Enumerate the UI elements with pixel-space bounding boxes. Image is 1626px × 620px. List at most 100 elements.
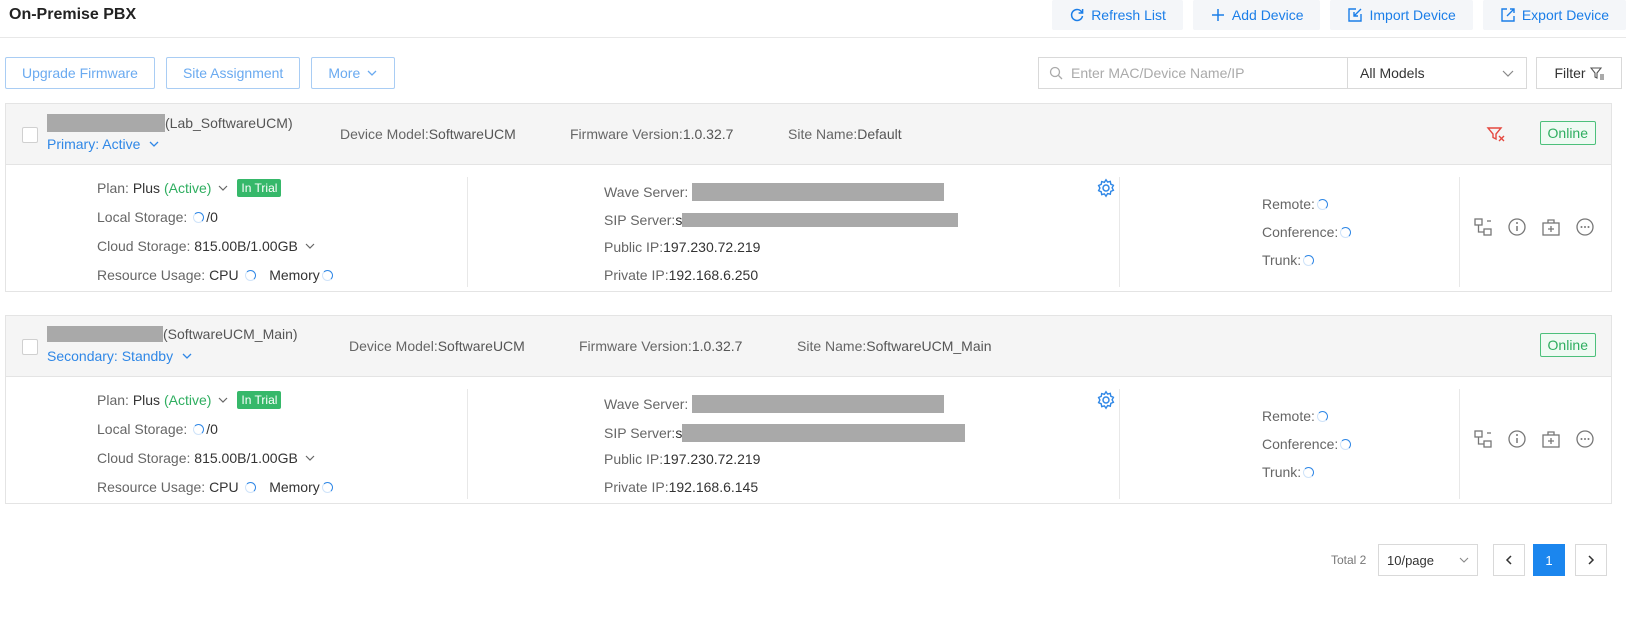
cpu-label: CPU	[209, 267, 239, 283]
refresh-list-button[interactable]: Refresh List	[1052, 0, 1183, 30]
site-name-value: SoftwareUCM_Main	[866, 338, 992, 354]
upgrade-firmware-button[interactable]: Upgrade Firmware	[5, 57, 155, 89]
plan-state: (Active)	[163, 180, 212, 196]
device-checkbox[interactable]	[22, 339, 38, 355]
cloud-storage-field: Cloud Storage: 815.00B/1.00GB	[97, 450, 316, 466]
search-placeholder: Enter MAC/Device Name/IP	[1071, 65, 1245, 81]
export-icon	[1501, 8, 1515, 22]
pagination-total: Total 2	[1331, 553, 1367, 567]
more-icon[interactable]	[1575, 429, 1595, 449]
chevron-down-icon[interactable]	[304, 240, 316, 252]
device-name-suffix: (SoftwareUCM_Main)	[163, 326, 298, 342]
column-divider	[1459, 177, 1460, 287]
remote-label: Remote:	[1262, 196, 1315, 212]
loading-spinner-icon	[1340, 438, 1352, 450]
local-storage-field: Local Storage: /0	[97, 421, 218, 437]
device-model-label: Device Model:	[349, 338, 438, 354]
trial-badge: In Trial	[237, 179, 282, 197]
wave-server-label: Wave Server:	[604, 184, 689, 200]
private-ip-value: 192.168.6.250	[668, 267, 759, 283]
topology-icon[interactable]	[1473, 429, 1493, 449]
more-button[interactable]: More	[311, 57, 396, 89]
private-ip-field: Private IP: 192.168.6.250	[604, 267, 758, 283]
search-input[interactable]: Enter MAC/Device Name/IP	[1038, 57, 1348, 89]
import-icon	[1348, 8, 1363, 22]
export-device-label: Export Device	[1521, 7, 1609, 23]
chevron-down-icon[interactable]	[217, 182, 229, 194]
gear-icon[interactable]	[1096, 390, 1116, 410]
resource-usage-label: Resource Usage:	[97, 479, 206, 495]
page-size-value: 10/page	[1387, 552, 1434, 568]
site-name-label: Site Name:	[797, 338, 867, 354]
resource-usage-field: Resource Usage: CPU Memory	[97, 267, 335, 283]
search-icon	[1049, 66, 1063, 80]
wave-server-field: Wave Server:	[604, 395, 945, 413]
chevron-down-icon	[367, 70, 377, 76]
device-card-body: Plan: Plus (Active) In Trial Local Stora…	[6, 165, 1611, 291]
local-storage-label: Local Storage:	[97, 421, 188, 437]
prev-page-button[interactable]	[1493, 544, 1525, 576]
device-role-dropdown[interactable]: Primary: Active	[47, 136, 160, 152]
redacted-device-name	[47, 326, 163, 342]
device-role-label: Secondary: Standby	[47, 348, 174, 364]
import-device-button[interactable]: Import Device	[1330, 0, 1473, 30]
filter-alert-icon[interactable]	[1486, 124, 1506, 144]
add-device-button[interactable]: Add Device	[1192, 0, 1321, 30]
chevron-down-icon	[182, 353, 192, 359]
device-checkbox[interactable]	[22, 127, 38, 143]
top-bar: On-Premise PBX Refresh List Add Device I…	[0, 0, 1626, 38]
toolbox-icon[interactable]	[1541, 429, 1561, 449]
plan-field: Plan: Plus (Active) In Trial	[97, 391, 282, 409]
site-name-field: Site Name:SoftwareUCM_Main	[797, 338, 992, 354]
firmware-version-value: 1.0.32.7	[682, 126, 734, 142]
conference-field: Conference:	[1262, 436, 1353, 452]
plan-field: Plan: Plus (Active) In Trial	[97, 179, 282, 197]
chevron-down-icon[interactable]	[304, 452, 316, 464]
wave-server-field: Wave Server:	[604, 183, 945, 201]
device-card-header: (Lab_SoftwareUCM) Primary: Active Device…	[6, 104, 1611, 165]
loading-spinner-icon	[321, 269, 333, 281]
loading-spinner-icon	[193, 211, 205, 223]
export-device-button[interactable]: Export Device	[1482, 0, 1626, 30]
column-divider	[1459, 389, 1460, 499]
filter-button[interactable]: Filter	[1536, 57, 1622, 89]
refresh-list-label: Refresh List	[1091, 7, 1166, 23]
private-ip-label: Private IP:	[604, 479, 669, 495]
cloud-storage-value: 815.00B/1.00GB	[194, 450, 298, 466]
cloud-storage-value: 815.00B/1.00GB	[194, 238, 298, 254]
loading-spinner-icon	[244, 481, 256, 493]
model-select[interactable]: All Models	[1347, 57, 1527, 89]
site-assignment-button[interactable]: Site Assignment	[165, 57, 301, 89]
private-ip-label: Private IP:	[604, 267, 669, 283]
conference-field: Conference:	[1262, 224, 1353, 240]
next-page-button[interactable]	[1575, 544, 1607, 576]
device-model-field: Device Model:SoftwareUCM	[349, 338, 525, 354]
info-icon[interactable]	[1507, 217, 1527, 237]
public-ip-value: 197.230.72.219	[663, 239, 761, 255]
public-ip-value: 197.230.72.219	[663, 451, 761, 467]
gear-icon[interactable]	[1096, 178, 1116, 198]
chevron-down-icon[interactable]	[217, 394, 229, 406]
topology-icon[interactable]	[1473, 217, 1493, 237]
chevron-down-icon	[149, 141, 159, 147]
local-storage-label: Local Storage:	[97, 209, 188, 225]
chevron-down-icon	[1502, 70, 1514, 77]
info-icon[interactable]	[1507, 429, 1527, 449]
toolbox-icon[interactable]	[1541, 217, 1561, 237]
toolbar: Upgrade Firmware Site Assignment More	[5, 57, 396, 89]
redacted-wave-server	[692, 183, 945, 201]
device-model-value: SoftwareUCM	[428, 126, 516, 142]
public-ip-label: Public IP:	[604, 239, 664, 255]
chevron-left-icon	[1505, 555, 1512, 565]
private-ip-value: 192.168.6.145	[668, 479, 759, 495]
device-model-field: Device Model:SoftwareUCM	[340, 126, 516, 142]
device-card: (SoftwareUCM_Main) Secondary: Standby De…	[5, 315, 1612, 504]
more-label: More	[328, 65, 361, 81]
sip-server-prefix: s	[675, 212, 683, 228]
page-1-button[interactable]: 1	[1533, 544, 1565, 576]
page-size-select[interactable]: 10/page	[1378, 544, 1478, 576]
device-role-dropdown[interactable]: Secondary: Standby	[47, 348, 193, 364]
column-divider	[467, 177, 468, 287]
more-icon[interactable]	[1575, 217, 1595, 237]
column-divider	[1119, 177, 1120, 287]
